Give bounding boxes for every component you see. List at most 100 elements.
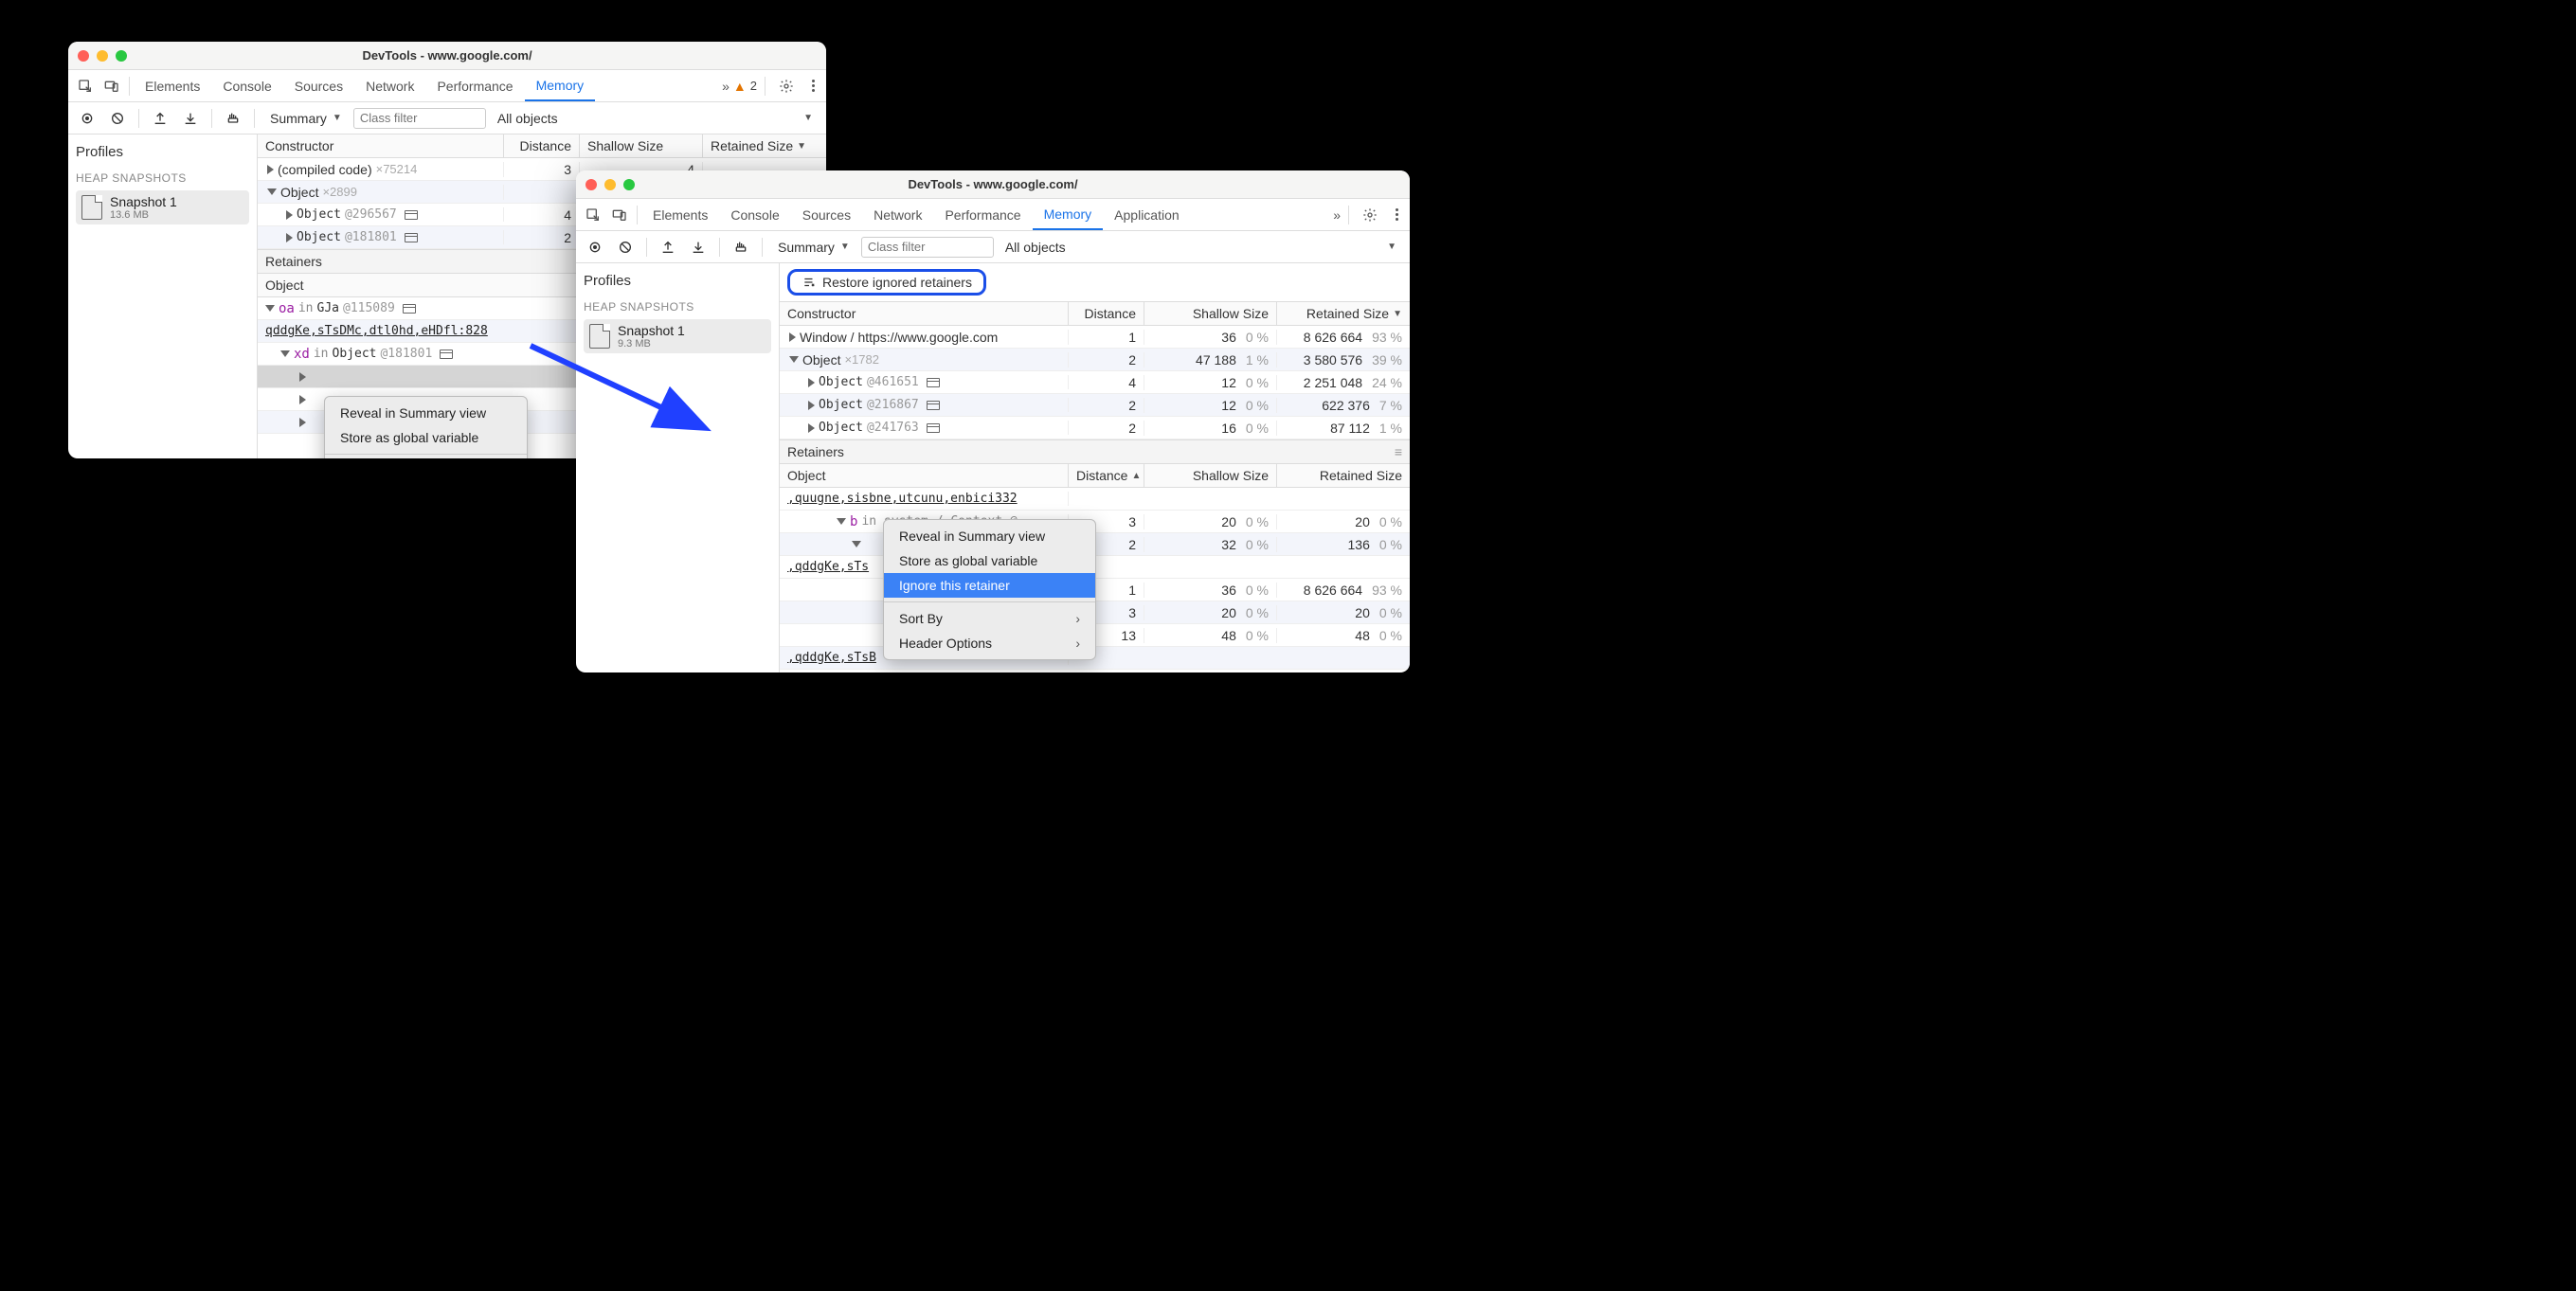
chevron-right-icon[interactable]: [808, 401, 815, 410]
traffic-lights: [585, 179, 635, 190]
menu-sort-by[interactable]: Sort By ›: [884, 606, 1095, 631]
menu-store-global[interactable]: Store as global variable: [884, 548, 1095, 573]
tab-application[interactable]: Application: [1103, 199, 1191, 230]
menu-ignore-retainer[interactable]: Ignore this retainer: [884, 573, 1095, 598]
clear-icon[interactable]: [612, 234, 639, 260]
download-icon[interactable]: [685, 234, 712, 260]
inspect-icon[interactable]: [580, 202, 606, 228]
snapshot-file-icon: [81, 195, 102, 220]
upload-icon[interactable]: [147, 105, 173, 132]
tab-elements[interactable]: Elements: [641, 199, 719, 230]
tab-memory[interactable]: Memory: [525, 70, 596, 101]
titlebar[interactable]: DevTools - www.google.com/: [68, 42, 826, 70]
record-icon[interactable]: [582, 234, 608, 260]
tab-memory[interactable]: Memory: [1033, 199, 1104, 230]
header-distance[interactable]: Distance▲: [1069, 464, 1144, 487]
header-shallow[interactable]: Shallow Size: [1144, 302, 1277, 325]
table-row[interactable]: Window / https://www.google.com 1 360 % …: [780, 326, 1410, 349]
header-object[interactable]: Object: [780, 464, 1069, 487]
table-row[interactable]: Object @216867 2 120 % 622 3767 %: [780, 394, 1410, 417]
table-row[interactable]: Object @241763 2 160 % 87 1121 %: [780, 417, 1410, 439]
header-distance[interactable]: Distance: [504, 134, 580, 157]
more-tabs-icon[interactable]: »: [722, 79, 730, 94]
class-filter-input[interactable]: [861, 237, 994, 258]
table-row[interactable]: Object ×1782 2 47 1881 % 3 580 57639 %: [780, 349, 1410, 371]
tab-performance[interactable]: Performance: [933, 199, 1032, 230]
chevron-right-icon[interactable]: [299, 395, 306, 404]
view-select-summary[interactable]: Summary ▼: [262, 111, 350, 126]
chevron-right-icon[interactable]: [299, 418, 306, 427]
chevron-right-icon[interactable]: [808, 423, 815, 433]
tab-sources[interactable]: Sources: [791, 199, 862, 230]
view-select-summary[interactable]: Summary ▼: [770, 240, 857, 255]
collapse-icon[interactable]: ≡: [1395, 444, 1402, 459]
chevron-right-icon[interactable]: [286, 233, 293, 242]
upload-icon[interactable]: [655, 234, 681, 260]
chevron-down-icon[interactable]: [852, 541, 861, 547]
restore-ignored-retainers-button[interactable]: Restore ignored retainers: [787, 269, 986, 296]
table-row[interactable]: ,quugne,sisbne,utcunu,enbici332: [780, 488, 1410, 511]
kebab-icon[interactable]: [1387, 208, 1406, 221]
chevron-right-icon[interactable]: [299, 372, 306, 382]
table-row[interactable]: Object @461651 4 120 % 2 251 04824 %: [780, 371, 1410, 394]
menu-reveal-summary[interactable]: Reveal in Summary view: [884, 524, 1095, 548]
tab-network[interactable]: Network: [354, 70, 425, 101]
close-icon[interactable]: [78, 50, 89, 62]
tab-console[interactable]: Console: [211, 70, 282, 101]
object-filter-select[interactable]: All objects ▼: [998, 240, 1404, 255]
zoom-icon[interactable]: [623, 179, 635, 190]
header-constructor[interactable]: Constructor: [258, 134, 504, 157]
chevron-down-icon[interactable]: [265, 305, 275, 312]
header-constructor[interactable]: Constructor: [780, 302, 1069, 325]
chevron-down-icon[interactable]: [789, 356, 799, 363]
menu-store-global[interactable]: Store as global variable: [325, 425, 527, 450]
header-distance[interactable]: Distance: [1069, 302, 1144, 325]
minimize-icon[interactable]: [604, 179, 616, 190]
device-toggle-icon[interactable]: [606, 202, 633, 228]
header-shallow[interactable]: Shallow Size: [580, 134, 703, 157]
chevron-down-icon[interactable]: [267, 188, 277, 195]
header-shallow[interactable]: Shallow Size: [1144, 464, 1277, 487]
chevron-down-icon[interactable]: [280, 350, 290, 357]
header-retained[interactable]: Retained Size: [1277, 464, 1410, 487]
gc-icon[interactable]: [220, 105, 246, 132]
record-icon[interactable]: [74, 105, 100, 132]
zoom-icon[interactable]: [116, 50, 127, 62]
snapshot-item[interactable]: Snapshot 1 9.3 MB: [584, 319, 771, 353]
kebab-icon[interactable]: [803, 80, 822, 92]
sidebar-category-heap: HEAP SNAPSHOTS: [76, 171, 249, 185]
context-menu-right: Reveal in Summary view Store as global v…: [883, 519, 1096, 660]
tab-elements[interactable]: Elements: [134, 70, 211, 101]
class-filter-input[interactable]: [353, 108, 486, 129]
chevron-right-icon[interactable]: [286, 210, 293, 220]
tab-performance[interactable]: Performance: [425, 70, 524, 101]
chevron-down-icon[interactable]: [837, 518, 846, 525]
download-icon[interactable]: [177, 105, 204, 132]
chevron-right-icon[interactable]: [789, 332, 796, 342]
header-retained[interactable]: Retained Size ▼: [1277, 302, 1410, 325]
view-select-label: Summary: [778, 240, 835, 255]
device-toggle-icon[interactable]: [99, 73, 125, 99]
snapshot-item[interactable]: Snapshot 1 13.6 MB: [76, 190, 249, 224]
clear-icon[interactable]: [104, 105, 131, 132]
chevron-right-icon[interactable]: [808, 378, 815, 387]
minimize-icon[interactable]: [97, 50, 108, 62]
gc-icon[interactable]: [728, 234, 754, 260]
chevron-right-icon[interactable]: [267, 165, 274, 174]
titlebar[interactable]: DevTools - www.google.com/: [576, 170, 1410, 199]
chevron-right-icon: ›: [1075, 611, 1080, 626]
menu-reveal-summary[interactable]: Reveal in Summary view: [325, 401, 527, 425]
gear-icon[interactable]: [1357, 202, 1383, 228]
tab-sources[interactable]: Sources: [283, 70, 354, 101]
close-icon[interactable]: [585, 179, 597, 190]
gear-icon[interactable]: [773, 73, 800, 99]
object-filter-select[interactable]: All objects ▼: [490, 111, 820, 126]
more-tabs-icon[interactable]: »: [1333, 207, 1341, 223]
inspect-icon[interactable]: [72, 73, 99, 99]
warning-icon[interactable]: ▲: [733, 79, 747, 94]
menu-header-options[interactable]: Header Options ›: [884, 631, 1095, 655]
tab-console[interactable]: Console: [719, 199, 790, 230]
retainers-title: Retainers: [787, 444, 844, 459]
header-retained[interactable]: Retained Size ▼: [703, 134, 826, 157]
tab-network[interactable]: Network: [862, 199, 933, 230]
